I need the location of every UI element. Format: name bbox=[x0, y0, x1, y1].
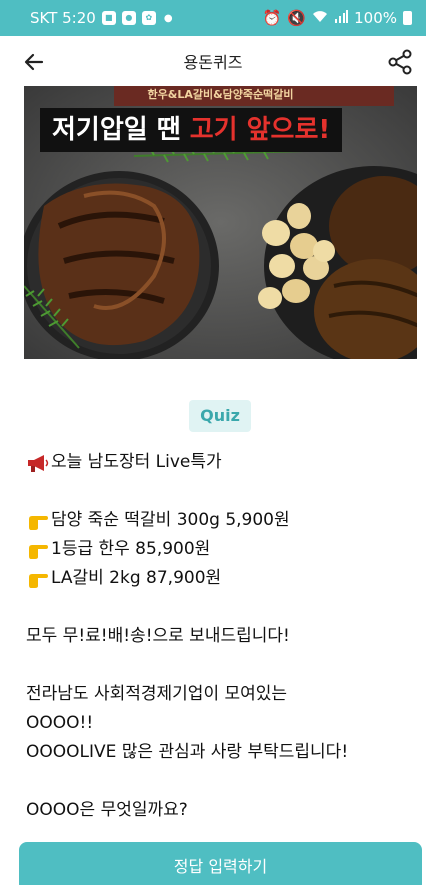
content-line-3: 전라남도 사회적경제기업이 모여있는 bbox=[26, 684, 288, 704]
content-item-2: 1등급 한우 85,900원 bbox=[26, 535, 421, 564]
pointing-hand-icon bbox=[29, 544, 48, 559]
back-arrow-icon bbox=[24, 53, 44, 71]
content-line-4: OOOO!! bbox=[26, 713, 94, 733]
pointing-hand-icon bbox=[29, 515, 48, 530]
page-title: 용돈퀴즈 bbox=[183, 53, 243, 72]
status-bar: SKT 5:20 ■ ● ✿ ● ⏰ 🔇 100% bbox=[0, 0, 426, 36]
content-gap bbox=[26, 593, 421, 622]
notification-gear-icon: ✿ bbox=[141, 11, 156, 25]
battery-icon bbox=[403, 11, 412, 25]
mute-icon: 🔇 bbox=[287, 9, 307, 27]
content-line-title: 오늘 남도장터 Live특가 bbox=[26, 448, 421, 477]
notification-app-icon: ■ bbox=[101, 11, 116, 25]
content-item-1-text: 담양 죽순 떡갈비 300g 5,900원 bbox=[51, 510, 290, 530]
notification-chat-icon: ● bbox=[121, 11, 136, 25]
battery-percent: 100% bbox=[354, 9, 397, 27]
content-gap bbox=[26, 767, 421, 796]
banner-headline-accent: 고기 앞으로! bbox=[189, 115, 331, 145]
content-gap bbox=[26, 477, 421, 506]
pointing-hand-icon bbox=[29, 573, 48, 588]
back-button[interactable] bbox=[20, 48, 48, 76]
content-item-3: LA갈비 2kg 87,900원 bbox=[26, 564, 421, 593]
content-line-delivery: 모두 무!료!배!송!으로 보내드립니다! bbox=[26, 626, 290, 646]
content-item-1: 담양 죽순 떡갈비 300g 5,900원 bbox=[26, 506, 421, 535]
alarm-icon: ⏰ bbox=[262, 9, 282, 27]
status-right: ⏰ 🔇 100% bbox=[263, 9, 412, 27]
content-gap bbox=[26, 651, 421, 680]
app-bar: 용돈퀴즈 bbox=[0, 36, 426, 86]
carrier-time: SKT 5:20 bbox=[30, 9, 96, 27]
content-item-2-text: 1등급 한우 85,900원 bbox=[51, 539, 211, 559]
banner-headline-plain: 저기압일 땐 bbox=[52, 115, 190, 145]
quiz-badge: Quiz bbox=[189, 400, 251, 432]
wifi-icon bbox=[312, 9, 328, 27]
more-notifications-dot-icon: ● bbox=[163, 12, 173, 24]
share-button[interactable] bbox=[386, 48, 414, 76]
content-title-text: 오늘 남도장터 Live특가 bbox=[51, 452, 222, 472]
banner-top-text: 한우&LA갈비&담양죽순떡갈비 bbox=[147, 88, 294, 101]
content-line-5: OOOOLIVE 많은 관심과 사랑 부탁드립니다! bbox=[26, 742, 349, 762]
submit-answer-button[interactable]: 정답 입력하기 bbox=[19, 842, 422, 885]
content-item-3-text: LA갈비 2kg 87,900원 bbox=[51, 568, 222, 588]
quiz-content: 오늘 남도장터 Live특가 담양 죽순 떡갈비 300g 5,900원 1등급… bbox=[26, 448, 421, 825]
promo-banner-image: 한우&LA갈비&담양죽순떡갈비 저기압일 땐 고기 앞으로! bbox=[24, 86, 417, 359]
signal-icon bbox=[334, 9, 349, 27]
share-icon bbox=[388, 49, 412, 75]
megaphone-icon bbox=[28, 454, 49, 472]
banner-headline: 저기압일 땐 고기 앞으로! bbox=[40, 108, 343, 152]
status-left: SKT 5:20 ■ ● ✿ ● bbox=[30, 9, 173, 27]
quiz-question: OOOO은 무엇일까요? bbox=[26, 800, 188, 820]
